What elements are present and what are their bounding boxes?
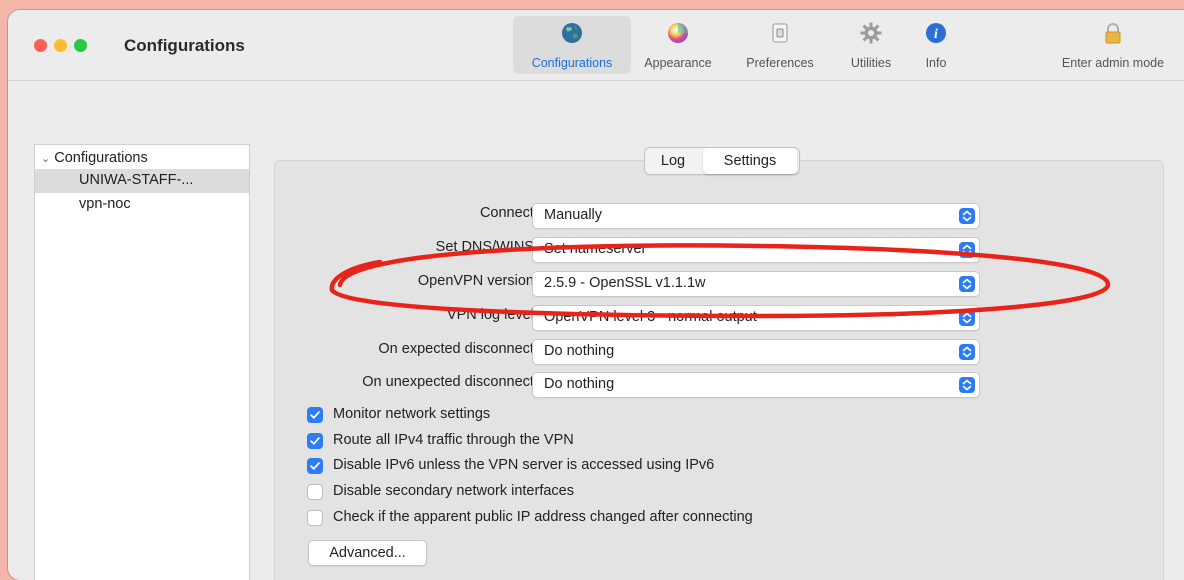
tab-settings[interactable]: Settings — [703, 148, 797, 174]
popup-stepper-icon — [959, 377, 975, 393]
check-public-ip-label: Check if the apparent public IP address … — [333, 509, 753, 525]
sidebar-header-label: Configurations — [54, 150, 148, 166]
toolbar-configurations[interactable]: Configurations — [513, 16, 631, 74]
toolbar-appearance-label: Appearance — [644, 56, 712, 70]
disable-ipv6-checkbox[interactable] — [307, 458, 323, 474]
window-title: Configurations — [124, 36, 245, 55]
svg-text:i: i — [934, 27, 938, 42]
popup-stepper-icon — [959, 344, 975, 360]
zoom-window-button[interactable] — [74, 39, 87, 52]
toolbar-info[interactable]: i Info — [908, 16, 964, 74]
toolbar-preferences-label: Preferences — [746, 56, 814, 70]
tab-log[interactable]: Log — [645, 148, 701, 174]
lock-icon — [1105, 23, 1121, 44]
unexpected-disconnect-label: On unexpected disconnect: — [362, 374, 538, 390]
toolbar-utilities[interactable]: Utilities — [834, 16, 908, 74]
unexpected-disconnect-value: Do nothing — [544, 376, 615, 392]
log-level-label: VPN log level: — [446, 307, 538, 323]
popup-stepper-icon — [959, 242, 975, 258]
route-ipv4-label: Route all IPv4 traffic through the VPN — [333, 432, 574, 448]
checkmark-icon — [310, 411, 320, 419]
connect-popup[interactable]: Manually — [532, 203, 980, 229]
toolbar: Configurations Configurations Appearance… — [8, 10, 1184, 81]
sidebar-item-label: vpn-noc — [79, 196, 131, 212]
openvpn-version-value: 2.5.9 - OpenSSL v1.1.1w — [544, 275, 706, 291]
sidebar-item-uniwa-staff[interactable]: UNIWA-STAFF-... — [35, 169, 249, 193]
toolbar-configurations-label: Configurations — [531, 56, 613, 70]
disable-secondary-interfaces-checkbox[interactable] — [307, 484, 323, 500]
checkmark-icon — [310, 437, 320, 445]
log-level-value: OpenVPN level 3 - normal output — [544, 309, 757, 325]
dns-value: Set nameserver — [544, 241, 647, 257]
expected-disconnect-value: Do nothing — [544, 343, 615, 359]
toolbar-preferences[interactable]: Preferences — [734, 16, 826, 74]
dns-label: Set DNS/WINS: — [435, 239, 538, 255]
toolbar-appearance[interactable]: Appearance — [632, 16, 724, 74]
dns-popup[interactable]: Set nameserver — [532, 237, 980, 263]
popup-stepper-icon — [959, 276, 975, 292]
openvpn-version-label: OpenVPN version: — [417, 273, 538, 289]
gear-icon — [860, 22, 882, 44]
chevron-down-icon[interactable]: ⌄ — [41, 152, 50, 165]
enter-admin-mode-button[interactable]: Enter admin mode — [1048, 16, 1178, 74]
expected-disconnect-label: On expected disconnect: — [378, 341, 538, 357]
route-ipv4-checkbox[interactable] — [307, 433, 323, 449]
openvpn-version-popup[interactable]: 2.5.9 - OpenSSL v1.1.1w — [532, 271, 980, 297]
advanced-button[interactable]: Advanced... — [308, 540, 427, 566]
disable-ipv6-label: Disable IPv6 unless the VPN server is ac… — [333, 457, 715, 473]
sidebar-item-vpn-noc[interactable]: vpn-noc — [35, 193, 249, 217]
close-window-button[interactable] — [34, 39, 47, 52]
globe-icon — [562, 23, 582, 43]
log-settings-segmented-control: Log Settings — [644, 147, 800, 175]
info-icon: i — [926, 23, 946, 43]
connect-label: Connect: — [479, 205, 538, 221]
enter-admin-mode-label: Enter admin mode — [1061, 56, 1165, 70]
popup-stepper-icon — [959, 310, 975, 326]
log-level-popup[interactable]: OpenVPN level 3 - normal output — [532, 305, 980, 331]
toolbar-info-label: Info — [925, 56, 947, 70]
configurations-sidebar: ⌄ Configurations UNIWA-STAFF-... vpn-noc — [34, 144, 250, 580]
sidebar-item-label: UNIWA-STAFF-... — [79, 172, 194, 188]
app-window: Configurations Configurations Appearance… — [8, 10, 1184, 580]
color-wheel-icon — [668, 23, 688, 43]
checkmark-icon — [310, 462, 320, 470]
toolbar-utilities-label: Utilities — [850, 56, 892, 70]
switch-icon — [772, 23, 788, 43]
expected-disconnect-popup[interactable]: Do nothing — [532, 339, 980, 365]
sidebar-header[interactable]: ⌄ Configurations — [41, 150, 148, 166]
disable-secondary-interfaces-label: Disable secondary network interfaces — [333, 483, 574, 499]
minimize-window-button[interactable] — [54, 39, 67, 52]
monitor-network-label: Monitor network settings — [333, 406, 491, 422]
check-public-ip-checkbox[interactable] — [307, 510, 323, 526]
monitor-network-checkbox[interactable] — [307, 407, 323, 423]
connect-value: Manually — [544, 207, 603, 223]
unexpected-disconnect-popup[interactable]: Do nothing — [532, 372, 980, 398]
popup-stepper-icon — [959, 208, 975, 224]
